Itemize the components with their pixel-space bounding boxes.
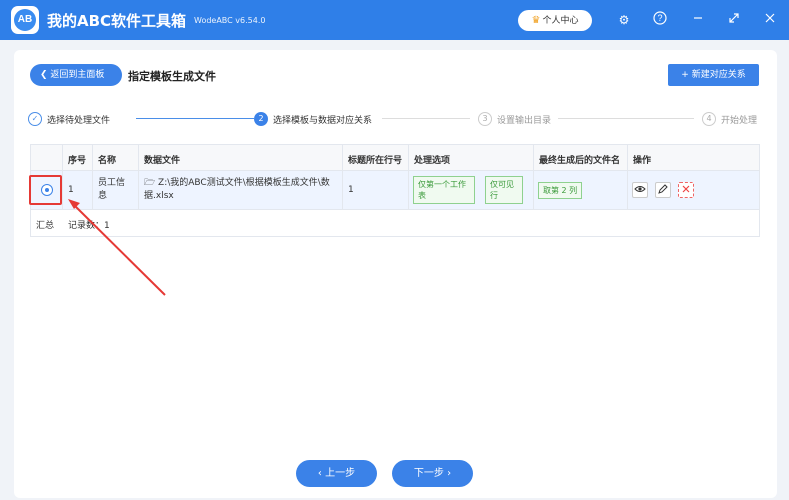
close-icon bbox=[682, 185, 690, 193]
app-logo-mark: AB bbox=[14, 9, 36, 31]
option-tag-line: 表 bbox=[418, 191, 426, 200]
help-icon[interactable]: ? bbox=[651, 11, 669, 29]
row-name-line: 员工信 bbox=[98, 178, 126, 188]
step-1-label: 选择待处理文件 bbox=[47, 115, 111, 126]
table-summary: 汇总 记录数：1 bbox=[31, 210, 759, 236]
app-version: WodeABC v6.54.0 bbox=[194, 16, 266, 25]
row-data-file-line: Z:\我的ABC测试文件\根据模板生成文件\数 bbox=[158, 178, 330, 188]
step-4-number: 4 bbox=[702, 112, 716, 126]
new-mapping-button[interactable]: + 新建对应关系 bbox=[668, 64, 759, 86]
settings-icon[interactable]: ⚙ bbox=[615, 11, 633, 29]
option-tag-line: 仅第一个工作 bbox=[418, 180, 466, 189]
column-divider bbox=[138, 145, 139, 210]
col-header-name: 名称 bbox=[98, 156, 117, 166]
prev-step-button[interactable]: ‹ 上一步 bbox=[296, 460, 377, 487]
check-icon: ✓ bbox=[28, 112, 42, 126]
table-header: 序号 名称 数据文件 标题所在行号 处理选项 最终生成后的文件名 操作 bbox=[31, 145, 759, 171]
eye-icon bbox=[634, 186, 646, 192]
user-center-label: 个人中心 bbox=[542, 16, 579, 26]
output-name-tag: 取第 2 列 bbox=[538, 182, 583, 199]
row-data-file: 🗁 Z:\我的ABC测试文件\根据模板生成文件\数 据.xlsx bbox=[144, 177, 344, 203]
app-logo: AB bbox=[11, 6, 39, 34]
summary-count: 记录数：1 bbox=[68, 221, 110, 231]
column-divider bbox=[62, 145, 63, 210]
plus-icon: + bbox=[681, 70, 692, 80]
step-connector bbox=[558, 118, 694, 119]
next-step-button[interactable]: 下一步 › bbox=[392, 460, 473, 487]
step-1: ✓ 选择待处理文件 bbox=[28, 110, 110, 128]
option-tag-first-sheet: 仅第一个工作 表 bbox=[413, 176, 475, 204]
minimize-icon[interactable] bbox=[689, 11, 707, 29]
row-data-file-line: 据.xlsx bbox=[144, 191, 174, 201]
step-3-number: 3 bbox=[478, 112, 492, 126]
step-2-number: 2 bbox=[254, 112, 268, 126]
page-title: 指定模板生成文件 bbox=[128, 70, 216, 83]
row-index: 1 bbox=[68, 185, 74, 195]
column-divider bbox=[92, 145, 93, 210]
user-center-button[interactable]: ♛ 个人中心 bbox=[518, 10, 592, 31]
prev-step-label: 上一步 bbox=[325, 468, 356, 479]
summary-label: 汇总 bbox=[36, 221, 55, 231]
step-connector bbox=[136, 118, 254, 119]
option-tag-line: 行 bbox=[490, 191, 498, 200]
back-label: 返回到主面板 bbox=[50, 70, 105, 80]
option-tag-visible-rows: 仅可见 行 bbox=[485, 176, 523, 204]
edit-button[interactable] bbox=[655, 182, 671, 198]
close-icon[interactable] bbox=[761, 11, 779, 29]
step-2-label: 选择模板与数据对应关系 bbox=[273, 115, 373, 126]
row-title-row: 1 bbox=[348, 185, 354, 195]
folder-open-icon: 🗁 bbox=[144, 178, 159, 188]
new-mapping-label: 新建对应关系 bbox=[691, 70, 746, 80]
view-button[interactable] bbox=[632, 182, 648, 198]
main-panel: ❮ 返回到主面板 指定模板生成文件 + 新建对应关系 ✓ 选择待处理文件 2 选… bbox=[14, 50, 777, 498]
app-title: 我的ABC软件工具箱 bbox=[47, 12, 187, 30]
next-step-label: 下一步 bbox=[413, 468, 444, 479]
column-divider bbox=[533, 145, 534, 210]
column-divider bbox=[627, 145, 628, 210]
chevron-left-icon: ❮ bbox=[40, 70, 51, 80]
title-bar: AB 我的ABC软件工具箱 WodeABC v6.54.0 ♛ 个人中心 ⚙ ? bbox=[0, 0, 789, 40]
col-header-title-row: 标题所在行号 bbox=[348, 156, 403, 166]
column-divider bbox=[408, 145, 409, 210]
row-name-line: 息 bbox=[98, 191, 108, 201]
svg-text:?: ? bbox=[657, 13, 662, 23]
back-to-dashboard-button[interactable]: ❮ 返回到主面板 bbox=[30, 64, 122, 86]
mapping-table: 序号 名称 数据文件 标题所在行号 处理选项 最终生成后的文件名 操作 1 员工… bbox=[30, 144, 760, 237]
step-connector bbox=[382, 118, 470, 119]
step-indicator: ✓ 选择待处理文件 2 选择模板与数据对应关系 3 设置输出目录 4 开始处理 bbox=[28, 110, 763, 128]
step-4-label: 开始处理 bbox=[721, 115, 758, 126]
col-header-output-name: 最终生成后的文件名 bbox=[539, 156, 621, 166]
row-name: 员工信 息 bbox=[98, 177, 125, 203]
col-header-index: 序号 bbox=[68, 156, 87, 166]
step-4: 4 开始处理 bbox=[702, 110, 757, 128]
crown-icon: ♛ bbox=[531, 15, 541, 26]
column-divider bbox=[342, 145, 343, 210]
table-row[interactable]: 1 员工信 息 🗁 Z:\我的ABC测试文件\根据模板生成文件\数 据.xlsx… bbox=[31, 171, 759, 210]
step-3: 3 设置输出目录 bbox=[478, 110, 551, 128]
option-tag-line: 仅可见 bbox=[490, 180, 514, 189]
step-3-label: 设置输出目录 bbox=[497, 115, 552, 126]
step-2: 2 选择模板与数据对应关系 bbox=[254, 110, 372, 128]
col-header-data-file: 数据文件 bbox=[144, 156, 181, 166]
col-header-actions: 操作 bbox=[633, 156, 652, 166]
delete-button[interactable] bbox=[678, 182, 694, 198]
maximize-icon[interactable] bbox=[725, 11, 743, 29]
annotation-highlight-box bbox=[29, 175, 62, 205]
chevron-right-circle-icon: › bbox=[443, 468, 452, 479]
col-header-options: 处理选项 bbox=[414, 156, 451, 166]
pencil-icon bbox=[658, 184, 668, 194]
